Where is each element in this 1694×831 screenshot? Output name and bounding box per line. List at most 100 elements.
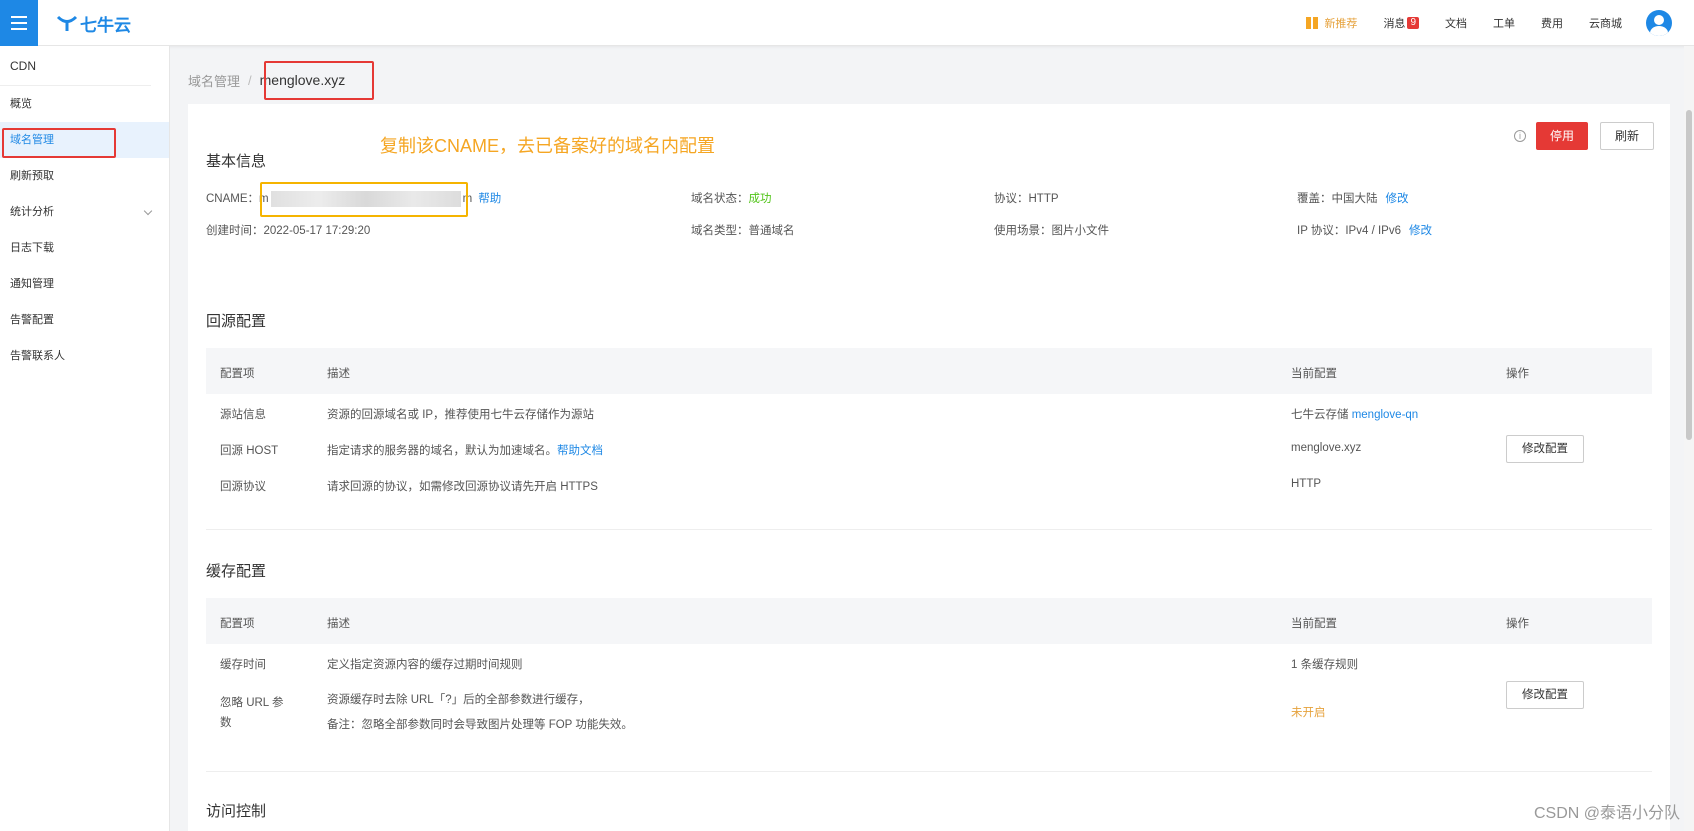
coverage-value: 中国大陆: [1331, 193, 1378, 205]
sidebar-item-logs[interactable]: 日志下载: [0, 230, 169, 266]
cache-row-note: 备注：忽略全部参数同时会导致图片处理等 FOP 功能失效。: [327, 719, 633, 731]
scrollbar-thumb[interactable]: [1686, 110, 1692, 440]
ip-label: IP 协议：: [1297, 225, 1346, 237]
promo-label: 新推荐: [1324, 18, 1358, 30]
cache-header-current: 当前配置: [1291, 618, 1337, 630]
origin-header-action: 操作: [1506, 368, 1529, 380]
protocol-label: 协议：: [994, 193, 1029, 205]
basic-info-title: 基本信息: [206, 153, 267, 170]
info-icon[interactable]: i: [1514, 130, 1526, 142]
access-title: 访问控制: [206, 803, 267, 820]
protocol-value: HTTP: [1028, 193, 1059, 205]
logo-icon: [56, 15, 78, 31]
origin-row-current: HTTP: [1291, 478, 1322, 490]
type-label: 域名类型：: [691, 225, 749, 237]
messages-label: 消息: [1383, 18, 1406, 30]
created-value: 2022-05-17 17:29:20: [263, 225, 371, 237]
origin-header-desc: 描述: [327, 368, 350, 380]
status-value: 成功: [748, 193, 772, 205]
gift-icon: [1306, 17, 1319, 29]
origin-row-desc: 请求回源的协议，如需修改回源协议请先开启 HTTPS: [327, 481, 598, 493]
origin-row-current: 七牛云存储 menglove-qn: [1291, 406, 1418, 422]
promo-link[interactable]: 新推荐: [1306, 15, 1357, 31]
avatar[interactable]: [1646, 10, 1672, 36]
sidebar-item-overview[interactable]: 概览: [0, 86, 169, 122]
scrollbar[interactable]: [1684, 46, 1694, 831]
ip-row: IP 协议：IPv4 / IPv6 修改: [1297, 222, 1432, 238]
logo-text: 七牛云: [80, 15, 131, 35]
menu-icon[interactable]: [0, 0, 38, 46]
coverage-row: 覆盖：中国大陆 修改: [1297, 190, 1409, 206]
sidebar-item-stats-label: 统计分析: [10, 206, 54, 218]
help-doc-link[interactable]: 帮助文档: [557, 445, 603, 457]
cache-table-header: [206, 598, 1652, 644]
coverage-edit-link[interactable]: 修改: [1386, 193, 1409, 205]
status-label: 域名状态：: [691, 193, 749, 205]
sidebar-item-stats[interactable]: 统计分析: [0, 194, 169, 230]
sidebar-item-notify[interactable]: 通知管理: [0, 266, 169, 302]
type-row: 域名类型：普通域名: [691, 222, 795, 238]
coverage-label: 覆盖：: [1297, 193, 1332, 205]
breadcrumb-separator: /: [248, 72, 252, 88]
tickets-link[interactable]: 工单: [1493, 15, 1515, 31]
divider: [206, 771, 1652, 772]
logo[interactable]: 七牛云: [56, 12, 131, 35]
messages-badge: 9: [1407, 17, 1419, 29]
annotation-text: 复制该CNAME，去已备案好的域名内配置: [380, 136, 716, 156]
sidebar-item-refresh[interactable]: 刷新预取: [0, 158, 169, 194]
cname-help-link[interactable]: 帮助: [478, 193, 501, 205]
cache-row-item-cont: 数: [220, 717, 232, 729]
top-bar: 七牛云 新推荐 消息 9 文档 工单 费用 云商城: [0, 0, 1694, 46]
sidebar-item-contacts[interactable]: 告警联系人: [0, 338, 169, 374]
created-row: 创建时间：2022-05-17 17:29:20: [206, 222, 370, 238]
type-value: 普通域名: [748, 225, 795, 237]
origin-row-item: 源站信息: [220, 409, 266, 421]
cname-label: CNAME：: [206, 193, 260, 205]
protocol-row: 协议：HTTP: [994, 190, 1059, 206]
cache-header-desc: 描述: [327, 618, 350, 630]
divider: [206, 529, 1652, 530]
cache-row-current: 1 条缓存规则: [1291, 659, 1359, 671]
origin-modify-button[interactable]: 修改配置: [1506, 435, 1584, 463]
cache-header-item: 配置项: [220, 618, 255, 630]
market-link[interactable]: 云商城: [1589, 15, 1622, 31]
origin-header-current: 当前配置: [1291, 368, 1337, 380]
origin-row-item: 回源协议: [220, 481, 266, 493]
cache-row-current: 未开启: [1291, 707, 1326, 719]
highlight-box-breadcrumb: [264, 61, 374, 100]
sidebar-title: CDN: [0, 46, 151, 86]
origin-row-item: 回源 HOST: [220, 445, 279, 457]
cache-row-item: 缓存时间: [220, 659, 266, 671]
cache-row-desc: 定义指定资源内容的缓存过期时间规则: [327, 659, 523, 671]
origin-current-prefix: 七牛云存储: [1291, 409, 1349, 421]
billing-link[interactable]: 费用: [1541, 15, 1563, 31]
ip-value: IPv4 / IPv6: [1345, 225, 1401, 237]
sidebar-item-alerts[interactable]: 告警配置: [0, 302, 169, 338]
cache-row-item: 忽略 URL 参: [220, 697, 284, 709]
highlight-box-sidebar: [2, 128, 116, 158]
highlight-box-cname: [260, 182, 468, 217]
scene-row: 使用场景：图片小文件: [994, 222, 1109, 238]
origin-header-item: 配置项: [220, 368, 255, 380]
chevron-down-icon: [143, 206, 153, 216]
stop-button[interactable]: 停用: [1536, 122, 1588, 150]
origin-title: 回源配置: [206, 313, 267, 330]
status-row: 域名状态：成功: [691, 190, 772, 206]
watermark: CSDN @泰语小分队: [1533, 805, 1680, 822]
messages-link[interactable]: 消息 9: [1383, 15, 1419, 31]
created-label: 创建时间：: [206, 225, 264, 237]
cache-modify-button[interactable]: 修改配置: [1506, 681, 1584, 709]
docs-link[interactable]: 文档: [1445, 15, 1467, 31]
sidebar: CDN 概览 域名管理 刷新预取 统计分析 日志下载 通知管理 告警配置 告警联…: [0, 46, 170, 831]
origin-row-current: menglove.xyz: [1291, 442, 1362, 454]
origin-row-desc: 指定请求的服务器的域名，默认为加速域名。帮助文档: [327, 442, 603, 458]
scene-label: 使用场景：: [994, 225, 1052, 237]
cache-title: 缓存配置: [206, 563, 267, 580]
scene-value: 图片小文件: [1051, 225, 1110, 237]
refresh-button[interactable]: 刷新: [1600, 122, 1654, 150]
origin-bucket-link[interactable]: menglove-qn: [1352, 409, 1418, 421]
ip-edit-link[interactable]: 修改: [1409, 225, 1432, 237]
breadcrumb-root[interactable]: 域名管理: [188, 71, 240, 90]
origin-table-header: [206, 348, 1652, 394]
cache-row-desc: 资源缓存时去除 URL「?」后的全部参数进行缓存，: [327, 694, 590, 706]
